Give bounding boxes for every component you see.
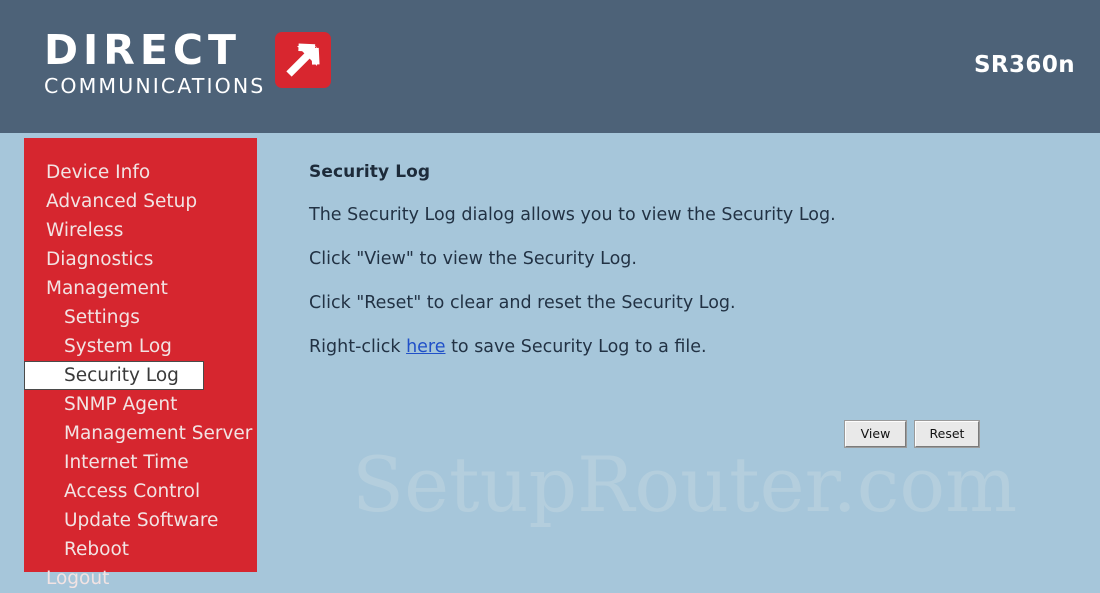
page-header: DIRECT COMMUNICATIONS SR360n bbox=[0, 0, 1100, 133]
sidebar-item-device-info[interactable]: Device Info bbox=[24, 158, 257, 187]
site-watermark: SetupRouter.com bbox=[352, 440, 1018, 529]
router-admin-page: DIRECT COMMUNICATIONS SR360n Device Info… bbox=[0, 0, 1100, 589]
save-instruction-suffix: to save Security Log to a file. bbox=[445, 337, 707, 357]
sidebar-item-diagnostics[interactable]: Diagnostics bbox=[24, 245, 257, 274]
page-title: Security Log bbox=[309, 162, 431, 182]
sidebar-item-update-software[interactable]: Update Software bbox=[24, 506, 257, 535]
action-button-row: View Reset bbox=[844, 420, 980, 448]
save-log-link[interactable]: here bbox=[406, 337, 445, 357]
description-line-2: Click "View" to view the Security Log. bbox=[309, 249, 637, 269]
sidebar-item-snmp-agent[interactable]: SNMP Agent bbox=[24, 390, 257, 419]
sidebar-item-wireless[interactable]: Wireless bbox=[24, 216, 257, 245]
description-line-4: Right-click here to save Security Log to… bbox=[309, 314, 1079, 358]
main-content: Security Log The Security Log dialog all… bbox=[309, 138, 1079, 358]
device-model-label: SR360n bbox=[973, 52, 1075, 78]
brand-name-secondary: COMMUNICATIONS bbox=[44, 74, 266, 98]
save-instruction-prefix: Right-click bbox=[309, 337, 407, 357]
sidebar-item-logout[interactable]: Logout bbox=[24, 564, 257, 593]
view-button[interactable]: View bbox=[844, 420, 907, 448]
brand-name-primary: DIRECT bbox=[44, 26, 241, 74]
arrow-up-right-icon bbox=[275, 32, 332, 88]
sidebar-item-internet-time[interactable]: Internet Time bbox=[24, 448, 257, 477]
brand-logo-text: DIRECT COMMUNICATIONS bbox=[44, 28, 265, 98]
sidebar-item-advanced-setup[interactable]: Advanced Setup bbox=[24, 187, 257, 216]
description-line-3: Click "Reset" to clear and reset the Sec… bbox=[309, 293, 736, 313]
sidebar-item-security-log[interactable]: Security Log bbox=[24, 361, 204, 390]
reset-button[interactable]: Reset bbox=[914, 420, 980, 448]
sidebar-item-access-control[interactable]: Access Control bbox=[24, 477, 257, 506]
sidebar-item-settings[interactable]: Settings bbox=[24, 303, 257, 332]
sidebar-item-system-log[interactable]: System Log bbox=[24, 332, 257, 361]
sidebar-navigation: Device Info Advanced Setup Wireless Diag… bbox=[24, 138, 257, 589]
sidebar-item-management[interactable]: Management bbox=[24, 274, 257, 303]
description-line-1: The Security Log dialog allows you to vi… bbox=[309, 205, 836, 225]
sidebar-item-management-server[interactable]: Management Server bbox=[24, 419, 257, 448]
brand-logo[interactable]: DIRECT COMMUNICATIONS bbox=[44, 28, 332, 98]
sidebar-item-reboot[interactable]: Reboot bbox=[24, 535, 257, 564]
